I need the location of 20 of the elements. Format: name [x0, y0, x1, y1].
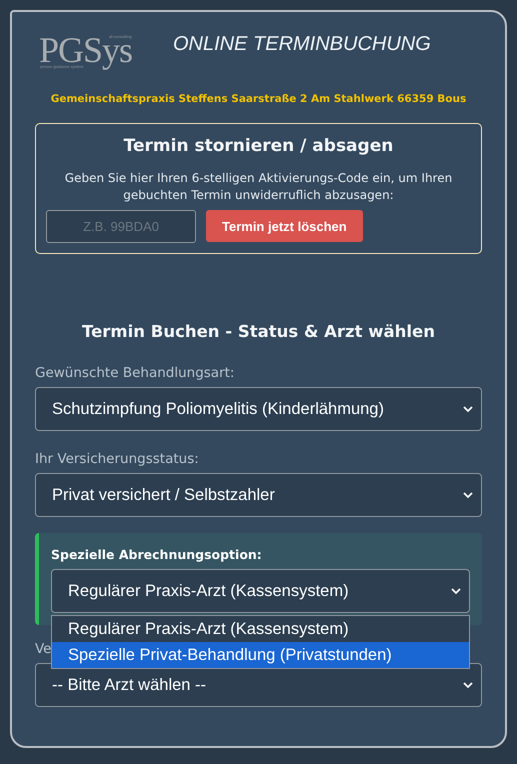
delete-appointment-button[interactable]: Termin jetzt löschen: [206, 210, 363, 242]
field-label: Spezielle Abrechnungsoption:: [51, 547, 263, 562]
dropdown[interactable]: Privat versichert / Selbstzahler: [35, 473, 482, 517]
chevron-down-icon: [463, 681, 473, 689]
field-label: Ihr Versicherungsstatus:: [35, 451, 199, 467]
instruction-text: Geben Sie hier Ihren 6-stelligen Aktivierungs-Code ein, um Ihren gebuchten Termin unwiderruflich abzusagen:: [64, 170, 454, 204]
chevron-down-icon: [451, 587, 461, 595]
section-heading: Termin Buchen - Status & Arzt wählen: [81, 322, 436, 341]
field-label: Ve: [35, 641, 52, 657]
code-input-field[interactable]: Z.B. 99BDA0: [46, 210, 196, 243]
dropdown-option[interactable]: Regulärer Praxis-Arzt (Kassensystem): [52, 616, 469, 642]
dropdown[interactable]: Regulärer Praxis-Arzt (Kassensystem): [51, 569, 470, 613]
chevron-down-icon: [463, 405, 473, 413]
panel-heading: Termin stornieren / absagen: [122, 136, 394, 156]
chevron-down-icon: [463, 491, 473, 499]
practice-address: Gemeinschaftspraxis Steffens Saarstraße 2 Am Stahlwerk 66359 Bous: [50, 93, 468, 105]
dropdown[interactable]: Schutzimpfung Poliomyelitis (Kinderlähmung): [35, 387, 482, 431]
field-label: Gewünschte Behandlungsart:: [35, 365, 234, 381]
dropdown-option[interactable]: Spezielle Privat-Behandlung (Privatstunden): [52, 642, 469, 668]
page-title: ONLINE TERMINBUCHUNG: [173, 33, 431, 56]
